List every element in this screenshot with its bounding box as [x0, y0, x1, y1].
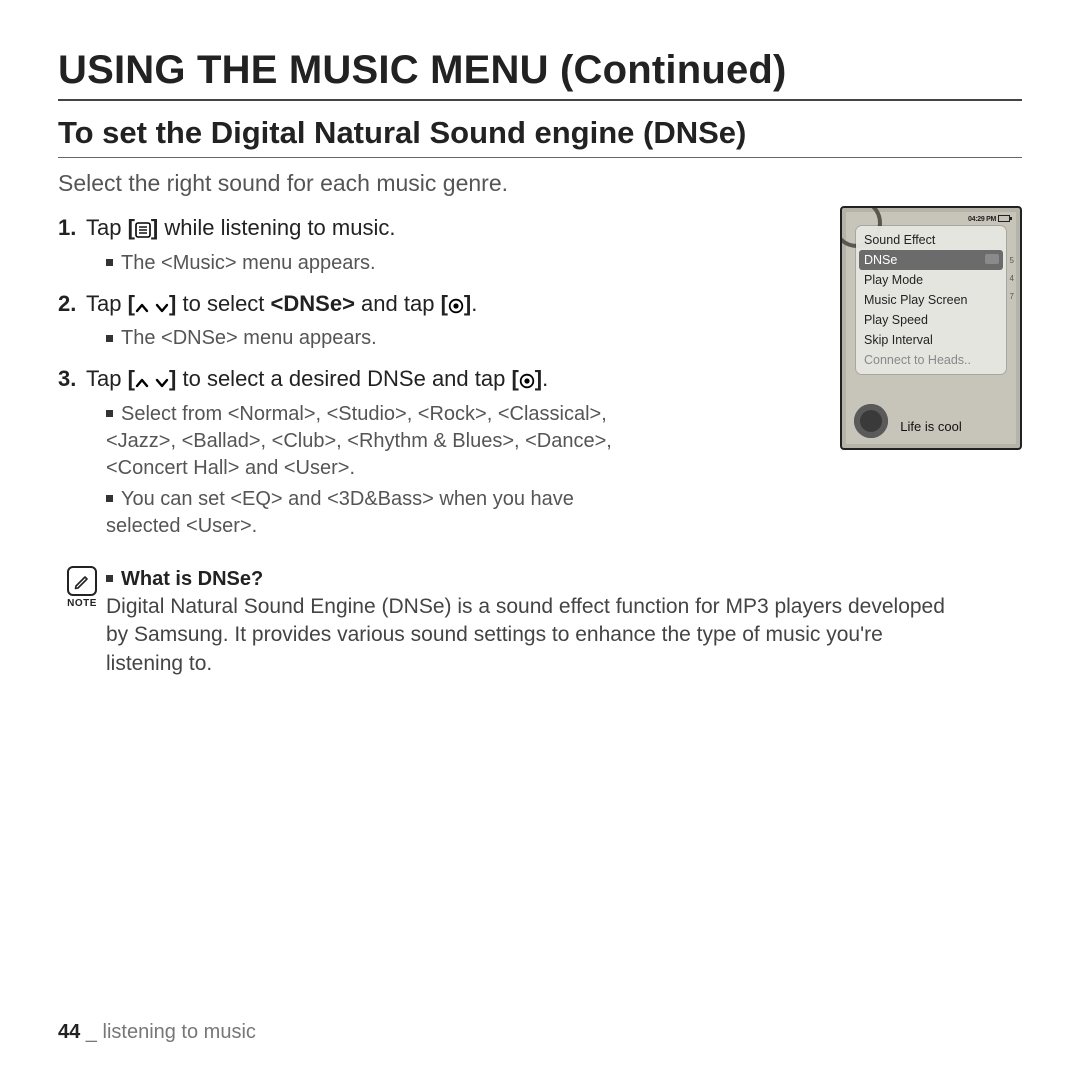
step-1-line: 1.Tap [] while listening to music. — [58, 213, 648, 246]
title-rule — [58, 99, 1022, 101]
page-number: 44 — [58, 1021, 80, 1043]
circle-dot-icon — [448, 292, 464, 322]
chevron-down-icon — [155, 292, 169, 322]
step-text: Tap — [86, 215, 128, 240]
chevron-down-icon — [155, 367, 169, 397]
menu-item-play-mode: Play Mode — [856, 270, 1006, 290]
step-3-sub1: Select from <Normal>, <Studio>, <Rock>, … — [106, 401, 648, 482]
note-question: What is DNSe? — [106, 566, 958, 593]
select-button-icon: [] — [441, 291, 472, 316]
chevron-up-icon — [135, 367, 149, 397]
step-number: 1. — [58, 213, 86, 243]
bullet-icon — [106, 410, 113, 417]
up-down-icon: [ ] — [128, 366, 177, 391]
section-subtitle: To set the Digital Natural Sound engine … — [58, 115, 1022, 151]
footer-section: listening to music — [103, 1021, 256, 1043]
battery-icon — [998, 215, 1010, 222]
step-number: 3. — [58, 364, 86, 394]
step-text: Tap — [86, 366, 128, 391]
step-text: to select — [176, 291, 270, 316]
step-1: 1.Tap [] while listening to music. The <… — [58, 213, 648, 277]
step-2-sub: The <DNSe> menu appears. — [106, 325, 648, 352]
device-now-playing: Life is cool — [846, 419, 1016, 434]
bullet-icon — [106, 495, 113, 502]
step-text: while listening to music. — [158, 215, 395, 240]
page-title: USING THE MUSIC MENU (Continued) — [58, 48, 1022, 93]
note-body: What is DNSe? Digital Natural Sound Engi… — [106, 566, 958, 678]
steps-column: 1.Tap [] while listening to music. The <… — [58, 213, 648, 540]
menu-button-icon: [] — [128, 215, 159, 240]
side-num: 4 — [1010, 270, 1014, 288]
dnse-bold: <DNSe> — [271, 291, 355, 316]
intro-text: Select the right sound for each music ge… — [58, 170, 1022, 197]
circle-dot-icon — [519, 367, 535, 397]
step-3-sub2: You can set <EQ> and <3D&Bass> when you … — [106, 486, 648, 540]
select-button-icon: [] — [511, 366, 542, 391]
menu-item-music-play-screen: Music Play Screen — [856, 290, 1006, 310]
step-3: 3.Tap [ ] to select a desired DNSe and t… — [58, 364, 648, 540]
menu-item-dnse: DNSe — [859, 250, 1003, 270]
step-text: . — [542, 366, 548, 391]
note-icon-column: NOTE — [58, 566, 106, 678]
device-screenshot: 04:29 PM Sound Effect DNSe Play Mode Mus… — [840, 206, 1022, 450]
step-3-line: 3.Tap [ ] to select a desired DNSe and t… — [58, 364, 648, 397]
page-footer: 44 _ listening to music — [58, 1021, 256, 1044]
menu-list-icon — [135, 216, 151, 246]
menu-item-connect-headset: Connect to Heads.. — [856, 350, 1006, 370]
chevron-up-icon — [135, 292, 149, 322]
bullet-icon — [106, 575, 113, 582]
subtitle-rule — [58, 157, 1022, 158]
bullet-icon — [106, 335, 113, 342]
step-text: Tap — [86, 291, 128, 316]
step-text: . — [471, 291, 477, 316]
manual-page: USING THE MUSIC MENU (Continued) To set … — [0, 0, 1080, 1080]
device-status-bar: 04:29 PM — [968, 215, 1010, 223]
sub-text: The <DNSe> menu appears. — [121, 327, 377, 349]
up-down-icon: [ ] — [128, 291, 177, 316]
sub-text: You can set <EQ> and <3D&Bass> when you … — [106, 488, 574, 537]
device-screen: 04:29 PM Sound Effect DNSe Play Mode Mus… — [846, 212, 1016, 444]
note-question-text: What is DNSe? — [121, 568, 263, 590]
device-menu-popup: Sound Effect DNSe Play Mode Music Play S… — [856, 226, 1006, 374]
note-label: NOTE — [58, 598, 106, 609]
footer-sep: _ — [80, 1021, 102, 1043]
menu-item-play-speed: Play Speed — [856, 310, 1006, 330]
sub-text: Select from <Normal>, <Studio>, <Rock>, … — [106, 403, 612, 479]
step-1-sub: The <Music> menu appears. — [106, 250, 648, 277]
sub-text: The <Music> menu appears. — [121, 252, 376, 274]
note-pencil-icon — [67, 566, 97, 596]
step-text: to select a desired DNSe and tap — [176, 366, 511, 391]
menu-item-skip-interval: Skip Interval — [856, 330, 1006, 350]
side-num: 7 — [1010, 288, 1014, 306]
step-2-line: 2.Tap [ ] to select <DNSe> and tap []. — [58, 289, 648, 322]
step-2: 2.Tap [ ] to select <DNSe> and tap []. T… — [58, 289, 648, 353]
step-number: 2. — [58, 289, 86, 319]
note-block: NOTE What is DNSe? Digital Natural Sound… — [58, 566, 958, 678]
note-answer: Digital Natural Sound Engine (DNSe) is a… — [106, 593, 958, 678]
menu-item-sound-effect: Sound Effect — [856, 230, 1006, 250]
step-text: and tap — [355, 291, 441, 316]
device-clock: 04:29 PM — [968, 216, 996, 223]
bullet-icon — [106, 259, 113, 266]
device-side-numbers: 5 4 7 — [1010, 252, 1014, 306]
side-num: 5 — [1010, 252, 1014, 270]
